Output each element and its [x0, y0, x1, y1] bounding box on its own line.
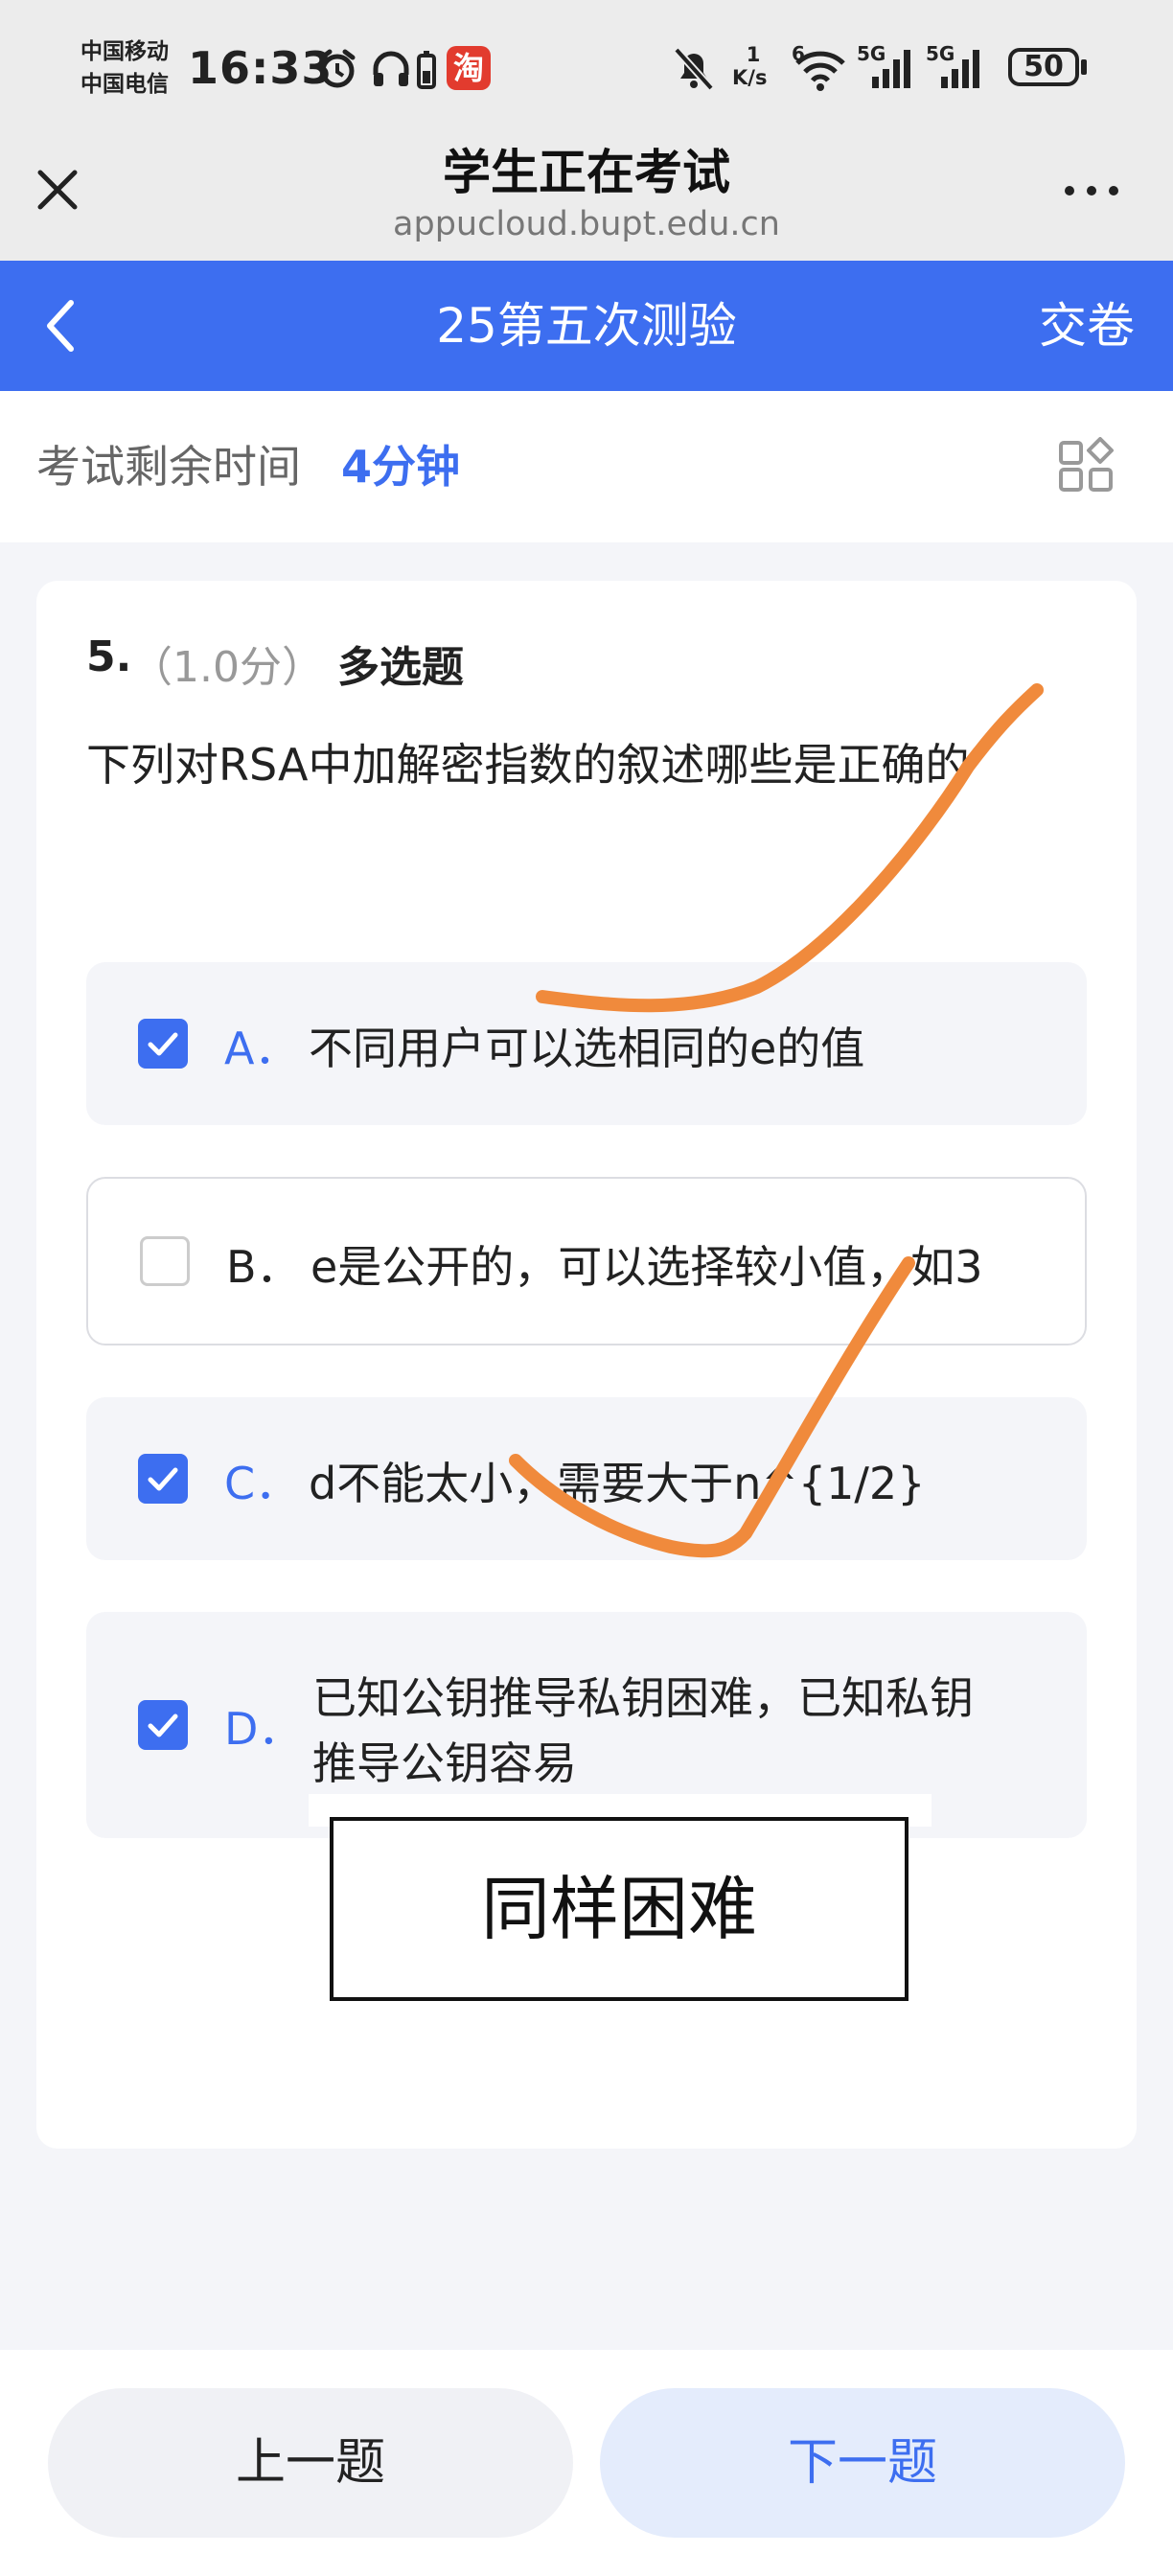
annotation-note: 同样困难	[330, 1817, 908, 2001]
prev-question-button[interactable]: 上一题	[48, 2388, 573, 2538]
next-question-button[interactable]: 下一题	[600, 2388, 1125, 2538]
handwritten-checkmark-annotations	[509, 683, 1044, 1558]
